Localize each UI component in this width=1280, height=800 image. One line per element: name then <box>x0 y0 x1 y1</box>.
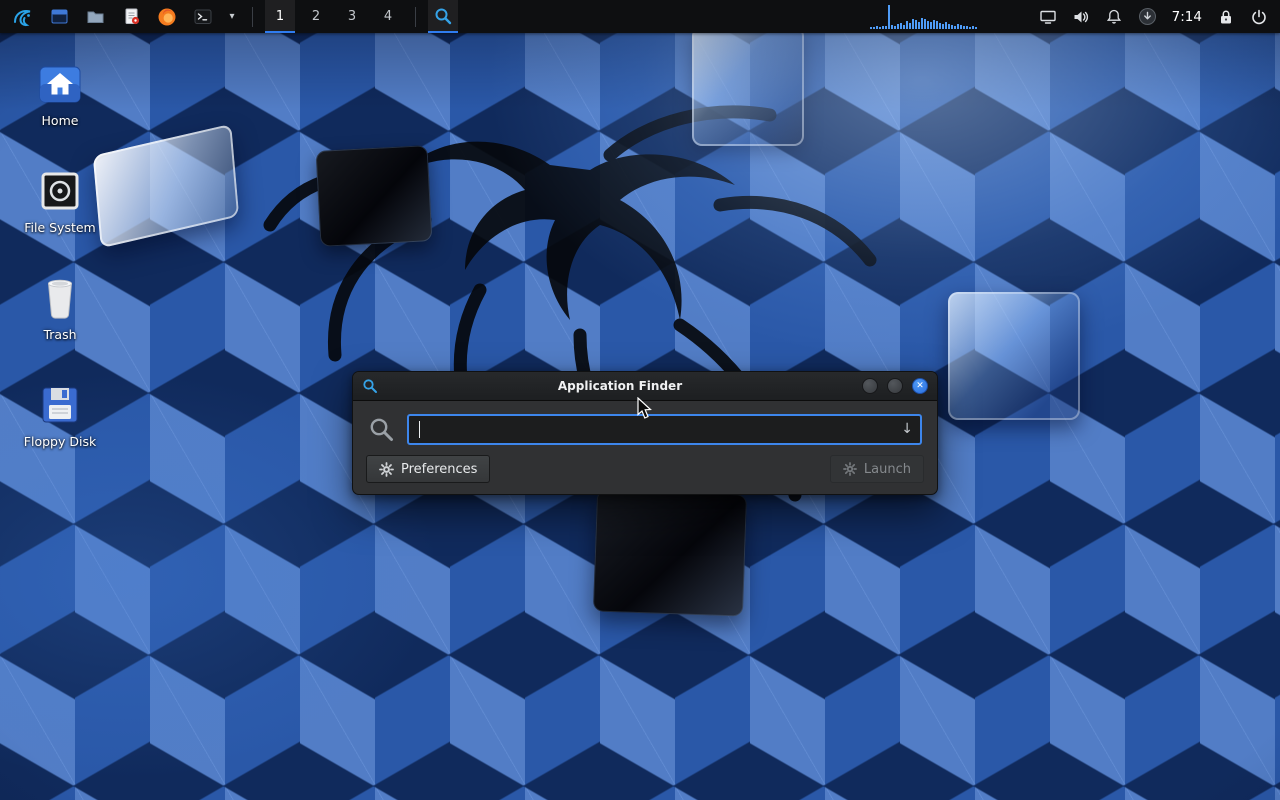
file-manager-launcher[interactable] <box>44 0 74 33</box>
window-title: Application Finder <box>386 379 854 393</box>
trash-empty-icon <box>0 272 120 320</box>
lock-tray-button[interactable] <box>1217 0 1235 33</box>
close-icon: ✕ <box>916 382 924 391</box>
app-finder-panel-button[interactable] <box>428 0 458 33</box>
action-row: Preferences Launch <box>366 455 924 483</box>
launch-button[interactable]: Launch <box>830 455 924 483</box>
bell-icon <box>1105 8 1123 26</box>
file-system-drive-icon <box>0 165 120 213</box>
panel-left-cluster: ▾ 1 2 3 4 <box>8 0 458 33</box>
folder-icon <box>86 7 105 26</box>
status-tray-button[interactable] <box>1138 0 1157 33</box>
lock-icon <box>1217 8 1235 26</box>
firefox-launcher[interactable] <box>152 0 182 33</box>
desktop-icon-file-system[interactable]: File System <box>0 165 120 235</box>
workspace-4-button[interactable]: 4 <box>373 0 403 33</box>
cpu-graph[interactable] <box>870 5 1018 29</box>
home-folder-icon <box>0 58 120 106</box>
floppy-disk-icon <box>0 379 120 427</box>
minimize-button[interactable] <box>862 378 878 394</box>
workspace-3-button[interactable]: 3 <box>337 0 367 33</box>
volume-icon <box>1072 8 1090 26</box>
text-editor-launcher[interactable] <box>116 0 146 33</box>
window-app-finder-icon <box>362 378 378 394</box>
desktop-icon-label: File System <box>0 220 120 235</box>
desktop-icon-trash[interactable]: Trash <box>0 272 120 342</box>
display-power-icon <box>1039 8 1057 26</box>
text-editor-icon <box>122 7 141 26</box>
status-circle-arrow-icon <box>1138 7 1157 26</box>
maximize-button[interactable] <box>887 378 903 394</box>
power-icon <box>1250 8 1268 26</box>
panel-separator <box>415 7 416 27</box>
search-icon <box>368 416 395 443</box>
titlebar-buttons: ✕ <box>862 378 928 394</box>
launch-label: Launch <box>864 462 911 477</box>
text-caret <box>419 421 420 438</box>
terminal-launcher[interactable] <box>188 0 218 33</box>
close-button[interactable]: ✕ <box>912 378 928 394</box>
gear-icon <box>379 462 394 477</box>
search-icon <box>434 7 453 26</box>
kali-menu-icon <box>12 6 34 28</box>
window-body: ↓ Preferences <box>353 401 937 494</box>
search-input[interactable] <box>407 414 922 445</box>
entry-dropdown-arrow-icon[interactable]: ↓ <box>901 420 913 438</box>
firefox-icon <box>157 7 177 27</box>
desktop-icon-label: Floppy Disk <box>0 434 120 449</box>
search-row: ↓ <box>368 414 922 445</box>
launch-gear-icon <box>843 462 857 476</box>
preferences-button[interactable]: Preferences <box>366 455 490 483</box>
panel-separator <box>252 7 253 27</box>
preferences-label: Preferences <box>401 462 477 477</box>
terminal-icon <box>193 7 213 27</box>
display-power-tray-button[interactable] <box>1039 0 1057 33</box>
notifications-tray-button[interactable] <box>1105 0 1123 33</box>
top-panel: ▾ 1 2 3 4 <box>0 0 1280 33</box>
power-tray-button[interactable] <box>1250 0 1268 33</box>
clock[interactable]: 7:14 <box>1172 9 1202 25</box>
desktop-icon-label: Trash <box>0 327 120 342</box>
kali-menu-button[interactable] <box>8 0 38 33</box>
search-entry-wrapper: ↓ <box>407 414 922 445</box>
titlebar[interactable]: Application Finder ✕ <box>353 372 937 401</box>
desktop-icon-floppy-disk[interactable]: Floppy Disk <box>0 379 120 449</box>
desktop-icon-home[interactable]: Home <box>0 58 120 128</box>
desktop-icon-label: Home <box>0 113 120 128</box>
workspace-1-button[interactable]: 1 <box>265 0 295 33</box>
chevron-down-icon: ▾ <box>229 11 234 22</box>
file-manager-window-icon <box>50 7 69 26</box>
folder-launcher[interactable] <box>80 0 110 33</box>
terminal-dropdown-button[interactable]: ▾ <box>224 0 240 33</box>
panel-right-cluster: 7:14 <box>870 0 1272 33</box>
volume-tray-button[interactable] <box>1072 0 1090 33</box>
workspace-2-button[interactable]: 2 <box>301 0 331 33</box>
application-finder-window: Application Finder ✕ ↓ <box>352 371 938 495</box>
